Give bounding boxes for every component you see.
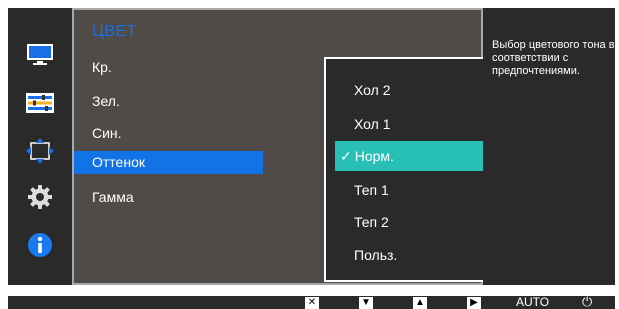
option-normal-label: Норм. <box>354 148 394 164</box>
auto-button[interactable]: AUTO <box>516 296 549 309</box>
help-description: Выбор цветового тона в соответствии с пр… <box>483 8 615 285</box>
close-key-icon[interactable]: ✕ <box>305 297 319 309</box>
key-guide-bar: ✕ ▼ ▲ ▶ AUTO ⏻ <box>8 294 615 309</box>
menu-item-gamma[interactable]: Гамма <box>74 186 263 209</box>
nav-icon-column <box>8 8 72 285</box>
checkmark-icon: ✓ <box>340 148 352 164</box>
sliders-icon[interactable] <box>22 88 58 118</box>
power-icon[interactable]: ⏻ <box>582 294 592 309</box>
menu-item-color-tone[interactable]: Оттенок <box>74 151 263 174</box>
down-key-icon[interactable]: ▼ <box>359 297 373 309</box>
main-menu-panel: ЦВЕТ Кр. Зел. Син. Оттенок Гамма Хол 2 Х… <box>72 8 546 285</box>
monitor-icon[interactable] <box>22 40 58 70</box>
menu-item-blue[interactable]: Син. <box>74 122 263 145</box>
right-key-icon[interactable]: ▶ <box>467 297 481 309</box>
info-icon[interactable] <box>22 230 58 260</box>
up-key-icon[interactable]: ▲ <box>413 297 427 309</box>
gear-icon[interactable] <box>22 182 58 212</box>
position-icon[interactable] <box>22 136 58 166</box>
osd-window: ЦВЕТ Кр. Зел. Син. Оттенок Гамма Хол 2 Х… <box>8 8 615 285</box>
menu-title: ЦВЕТ <box>92 23 137 40</box>
menu-item-green[interactable]: Зел. <box>74 90 263 113</box>
menu-item-red[interactable]: Кр. <box>74 56 263 79</box>
